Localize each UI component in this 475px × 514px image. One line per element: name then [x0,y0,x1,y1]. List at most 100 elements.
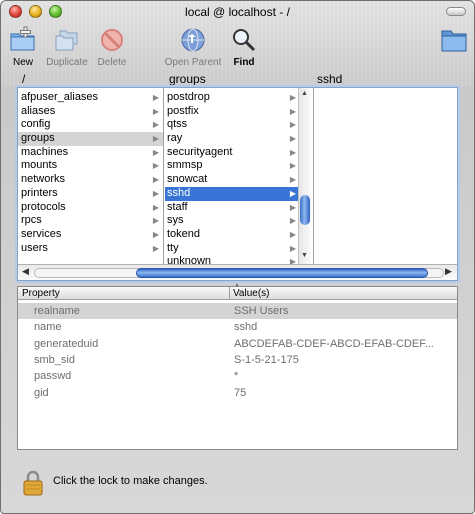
root-column-item[interactable]: machines ▶ [18,146,163,160]
value-cell[interactable]: * [234,368,456,384]
groups-column-item[interactable]: qtss ▶ [165,118,300,132]
browser-column-groups[interactable]: postdrop ▶ postfix ▶ qtss ▶ ray ▶ securityagent ▶… [165,88,314,264]
root-column-item[interactable]: aliases ▶ [18,105,163,119]
table-row[interactable]: generateduid ABCDEFAB-CDEF-ABCD-EFAB-CDEF… [18,336,457,352]
delete-label: Delete [97,57,127,68]
root-column-item-label: users [21,241,48,254]
disclosure-arrow-icon: ▶ [289,147,296,157]
scroll-left-arrow-icon[interactable]: ◀ [22,266,29,277]
groups-column-item-label: qtss [167,118,188,131]
root-column-item[interactable]: users ▶ [18,242,163,256]
root-column-item[interactable]: protocols ▶ [18,201,163,215]
root-column-item[interactable]: printers ▶ [18,187,163,201]
root-column-item[interactable]: mounts ▶ [18,159,163,173]
groups-column-item[interactable]: tty ▶ [165,242,300,256]
find-label: Find [233,57,255,68]
scroll-down-arrow-icon[interactable]: ▼ [301,252,308,259]
groups-column-item-label: postfix [167,104,199,117]
root-column-item[interactable]: afpuser_aliases ▶ [18,91,163,105]
groups-column-item-label: sshd [167,186,191,199]
root-column-item[interactable]: networks ▶ [18,173,163,187]
scroll-up-arrow-icon[interactable]: ▲ [301,90,308,97]
title-bar[interactable]: local @ localhost - / [1,1,474,23]
root-column-item-label: printers [21,186,58,199]
disclosure-arrow-icon: ▶ [152,120,159,130]
property-cell: generateduid [34,337,99,350]
disclosure-arrow-icon: ▶ [152,243,159,253]
disclosure-arrow-icon: ▶ [289,216,296,226]
groups-column-item[interactable]: snowcat ▶ [165,173,300,187]
property-cell: passwd [34,370,72,383]
groups-column-item-label: tty [167,241,179,254]
column-browser[interactable]: afpuser_aliases ▶ aliases ▶ config ▶ groups ▶ ma… [17,87,458,281]
root-column-item-label: config [21,118,51,131]
delete-icon [101,29,123,51]
value-cell[interactable]: S-1-5-21-175 [234,352,456,368]
scroll-right-arrow-icon[interactable]: ▶ [445,266,452,277]
table-row[interactable]: name sshd [18,319,457,335]
groups-column-item[interactable]: staff ▶ [165,201,300,215]
groups-column-item[interactable]: postfix ▶ [165,105,300,119]
disclosure-arrow-icon: ▶ [152,93,159,102]
groups-column-item-label: securityagent [167,145,233,158]
root-column-item[interactable]: groups ▶ [18,132,163,146]
lock-icon[interactable] [23,470,43,496]
value-cell[interactable]: SSH Users [234,303,456,319]
magnifier-icon [233,29,256,52]
groups-column-scrollbar[interactable]: ▲ ▼ [298,88,311,264]
table-header: Property Value(s) [18,287,457,300]
browser-horizontal-scrollbar[interactable]: ◀ ▶ [18,264,457,280]
disclosure-arrow-icon: ▶ [289,243,296,253]
properties-table[interactable]: Property Value(s) realname SSH Users name s… [17,286,458,450]
groups-column-item[interactable]: sshd ▶ [165,186,300,201]
value-cell[interactable]: 75 [234,385,456,401]
root-column-item-label: rpcs [21,214,42,227]
groups-column-item[interactable]: securityagent ▶ [165,146,300,160]
delete-button[interactable]: Delete [95,25,129,68]
disclosure-arrow-icon: ▶ [289,188,296,198]
value-cell[interactable]: sshd [234,319,456,335]
toolbar-toggle-button[interactable] [446,7,466,16]
property-column-header[interactable]: Property [22,287,60,300]
duplicate-icon [55,30,78,51]
groups-column-item[interactable]: ray ▶ [165,132,300,146]
value-cell[interactable]: ABCDEFAB-CDEF-ABCD-EFAB-CDEF... [234,336,456,352]
table-row[interactable]: passwd * [18,368,457,384]
root-column-item[interactable]: rpcs ▶ [18,214,163,228]
app-window: local @ localhost - / New Duplicate Dele… [0,0,475,514]
table-row[interactable]: realname SSH Users [18,303,457,319]
horizontal-scroll-thumb[interactable] [136,268,428,278]
open-parent-button[interactable]: Open Parent [162,25,224,68]
groups-scroll-thumb[interactable] [300,195,310,225]
disclosure-arrow-icon: ▶ [152,216,159,226]
groups-column-item-label: snowcat [167,173,208,186]
new-folder-icon [10,26,35,51]
status-bar: Click the lock to make changes. [1,461,474,513]
values-column-header[interactable]: Value(s) [233,287,270,300]
disclosure-arrow-icon: ▶ [289,257,296,264]
find-button[interactable]: Find [229,25,259,68]
groups-column-item[interactable]: sys ▶ [165,214,300,228]
column-divider[interactable] [229,287,230,300]
root-column-item[interactable]: config ▶ [18,118,163,132]
groups-column-item[interactable]: unknown ▶ [165,255,300,264]
table-row[interactable]: smb_sid S-1-5-21-175 [18,352,457,368]
root-column-item-label: machines [21,145,69,158]
groups-column-item-label: sys [167,214,184,227]
disclosure-arrow-icon: ▶ [152,134,159,144]
browser-column-root[interactable]: afpuser_aliases ▶ aliases ▶ config ▶ groups ▶ ma… [18,88,164,264]
table-row[interactable]: gid 75 [18,385,457,401]
root-column-item[interactable]: services ▶ [18,228,163,242]
groups-column-item[interactable]: postdrop ▶ [165,91,300,105]
groups-column-item-label: staff [167,200,188,213]
root-column-item-label: afpuser_aliases [21,91,99,103]
groups-column-item[interactable]: smmsp ▶ [165,159,300,173]
root-column-item-label: protocols [21,200,66,213]
browser-column-sshd[interactable] [313,88,457,264]
groups-column-item[interactable]: tokend ▶ [165,228,300,242]
root-column-item-label: groups [21,132,55,145]
groups-column-item-label: postdrop [167,91,210,103]
new-button[interactable]: New [7,25,39,68]
disclosure-arrow-icon: ▶ [152,188,159,198]
duplicate-button[interactable]: Duplicate [44,25,90,68]
